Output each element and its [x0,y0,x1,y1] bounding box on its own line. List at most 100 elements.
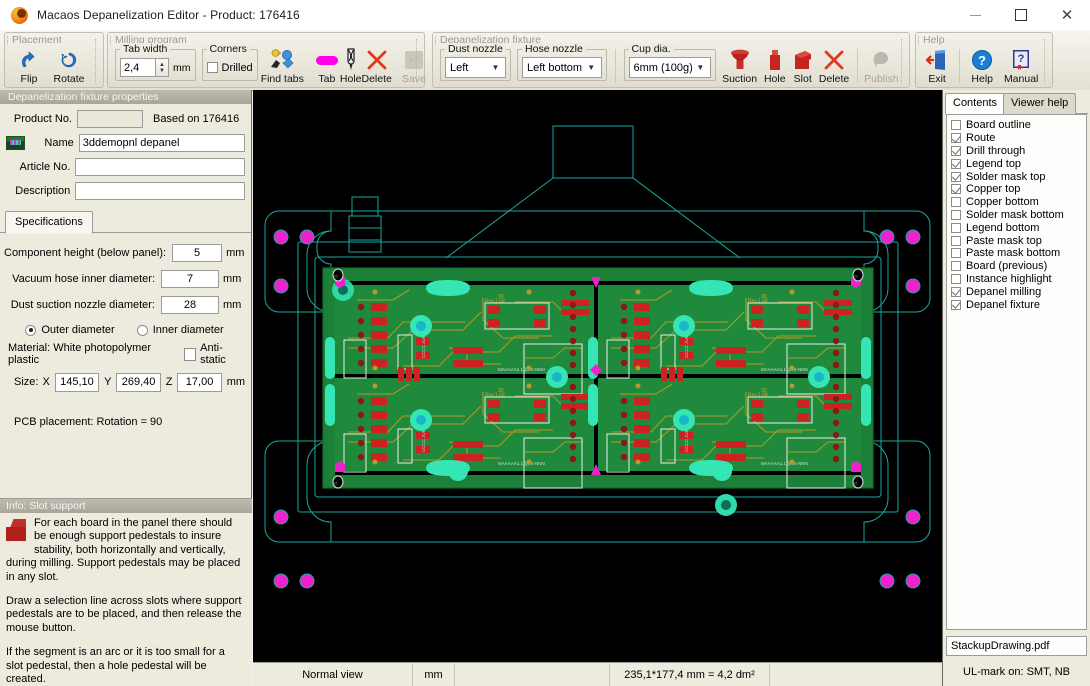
ribbon-toolbar: Placement Flip Rotate Milling program Ta… [0,30,1090,91]
cup-dia-select[interactable]: 6mm (100g) ▼ [628,57,711,78]
size-x-input[interactable]: 145,10 [54,372,100,392]
dust-nozzle-dia-input[interactable]: 28 [161,296,219,314]
layer-item[interactable]: Paste mask top [951,234,1086,247]
hose-nozzle-select[interactable]: Left bottom ▼ [522,57,602,78]
layer-checkbox[interactable] [951,286,961,297]
layer-checkbox[interactable] [951,222,961,233]
hole-button-fixture[interactable]: Hole [760,47,789,85]
layer-item[interactable]: Drill through [951,145,1086,158]
layer-item[interactable]: Legend bottom [951,221,1086,234]
manual-button[interactable]: ? Manual [999,47,1043,85]
layer-item[interactable]: Route [951,132,1086,145]
chevron-down-icon: ▼ [696,63,705,72]
save-button[interactable]: Save [402,47,426,85]
manual-book-icon: ? [1010,48,1032,72]
find-tabs-button[interactable]: Find tabs [261,47,304,85]
layer-item[interactable]: Solder mask bottom [951,209,1086,222]
slot-label: Slot [793,73,812,85]
tab-width-fieldset: Tab width 2,4 ▲ ▼ mm [115,43,196,81]
layer-checkbox[interactable] [951,184,961,195]
pcb-placement-text: PCB placement: Rotation = 90 [14,416,163,428]
layer-checkbox[interactable] [951,261,961,272]
stackup-pdf-link[interactable]: StackupDrawing.pdf [946,636,1087,656]
rotate-icon [58,48,80,72]
layer-checkbox[interactable] [951,248,961,259]
chevron-down-icon: ▼ [587,63,596,72]
layer-list[interactable]: Board outline Route Drill through Legend… [946,114,1087,630]
svg-text:MAAAAA1.1)))XX-NNN: MAAAAA1.1)))XX-NNN [761,367,808,372]
hose-nozzle-legend: Hose nozzle [522,43,586,55]
tab-width-legend: Tab width [120,43,171,55]
size-y-input[interactable]: 269,40 [116,372,161,392]
pcb-viewer-canvas[interactable]: 30 Rev.1.68 30 Rev.1.68 30 Rev.1.68 30 Rev.1… [253,90,942,662]
maximize-icon[interactable] [998,0,1044,30]
layer-checkbox[interactable] [951,209,961,220]
description-input[interactable] [75,181,245,200]
macaos-logo-icon [11,6,28,24]
layer-checkbox[interactable] [951,158,961,169]
layer-item[interactable]: Depanel fixture [951,298,1086,311]
tab-width-input[interactable]: 2,4 [120,58,156,77]
minimize-icon[interactable] [952,0,998,30]
tab-contents[interactable]: Contents [945,93,1006,115]
size-z-input[interactable]: 17,00 [177,372,222,392]
delete-button-fixture[interactable]: Delete [816,47,852,85]
article-no-input[interactable] [75,157,245,176]
tab-button[interactable]: Tab [314,47,340,85]
status-blank-1 [455,663,610,686]
layer-item[interactable]: Legend top [951,157,1086,170]
product-no-input[interactable] [77,109,143,128]
drilled-checkbox[interactable] [206,62,218,73]
layer-item[interactable]: Copper bottom [951,196,1086,209]
group-title: Placement [7,34,62,46]
inner-diameter-radio[interactable]: Inner diameter [136,324,224,336]
component-height-input[interactable]: 5 [172,244,223,262]
suction-button[interactable]: Suction [719,47,761,85]
layer-item[interactable]: Instance highlight [951,273,1086,286]
layer-checkbox[interactable] [951,145,961,156]
layer-label: Board (previous) [966,260,1048,273]
tab-viewer-help[interactable]: Viewer help [1003,93,1077,115]
close-icon[interactable]: ✕ [1044,0,1090,30]
help-button[interactable]: ? Help [965,47,999,85]
ribbon-group-milling: Milling program Tab width 2,4 ▲ ▼ mm Corn… [107,32,426,88]
ribbon-group-help: Help Exit ? Help ? Manual [915,32,1053,88]
layer-checkbox[interactable] [951,133,961,144]
dust-nozzle-select[interactable]: Left ▼ [445,57,507,78]
outer-diameter-radio[interactable]: Outer diameter [25,324,115,336]
tab-label: Tab [318,73,336,85]
right-contents-panel: Contents Viewer help Board outline Route… [942,90,1090,686]
publish-button[interactable]: Publish [863,47,900,85]
layer-item[interactable]: Copper top [951,183,1086,196]
flip-button[interactable]: Flip [9,47,49,85]
layer-item[interactable]: Depanel milling [951,285,1086,298]
layer-checkbox[interactable] [951,171,961,182]
chevron-down-icon: ▼ [491,63,500,72]
rotate-button[interactable]: Rotate [49,47,89,85]
delete-x-icon [366,48,388,72]
layer-checkbox[interactable] [951,299,961,310]
delete-button-milling[interactable]: Delete [362,47,392,85]
exit-button[interactable]: Exit [920,47,954,85]
name-input[interactable]: 3ddemopnl depanel [78,133,245,152]
layer-checkbox[interactable] [951,273,961,284]
layer-item[interactable]: Solder mask top [951,170,1086,183]
tab-width-stepper[interactable]: ▲ ▼ [156,58,169,77]
layer-item[interactable]: Board (previous) [951,260,1086,273]
layer-checkbox[interactable] [951,235,961,246]
name-row: Name 3ddemopnl depanel [4,132,245,153]
tab-specifications[interactable]: Specifications [5,211,93,234]
slot-button[interactable]: Slot [789,47,816,85]
find-tabs-icon [269,48,295,72]
vacuum-hose-input[interactable]: 7 [161,270,219,288]
article-no-row: Article No. [4,156,245,177]
layer-checkbox[interactable] [951,120,961,131]
hole-button[interactable]: Hole [340,47,362,85]
anti-static-checkbox[interactable] [183,347,197,361]
based-on-text: Based on 176416 [153,112,240,125]
layer-item[interactable]: Board outline [951,119,1086,132]
anti-static-checkbox-wrap[interactable]: Anti-static [183,342,245,366]
dust-nozzle-dia-unit: mm [223,299,242,311]
layer-checkbox[interactable] [951,197,961,208]
layer-item[interactable]: Paste mask bottom [951,247,1086,260]
